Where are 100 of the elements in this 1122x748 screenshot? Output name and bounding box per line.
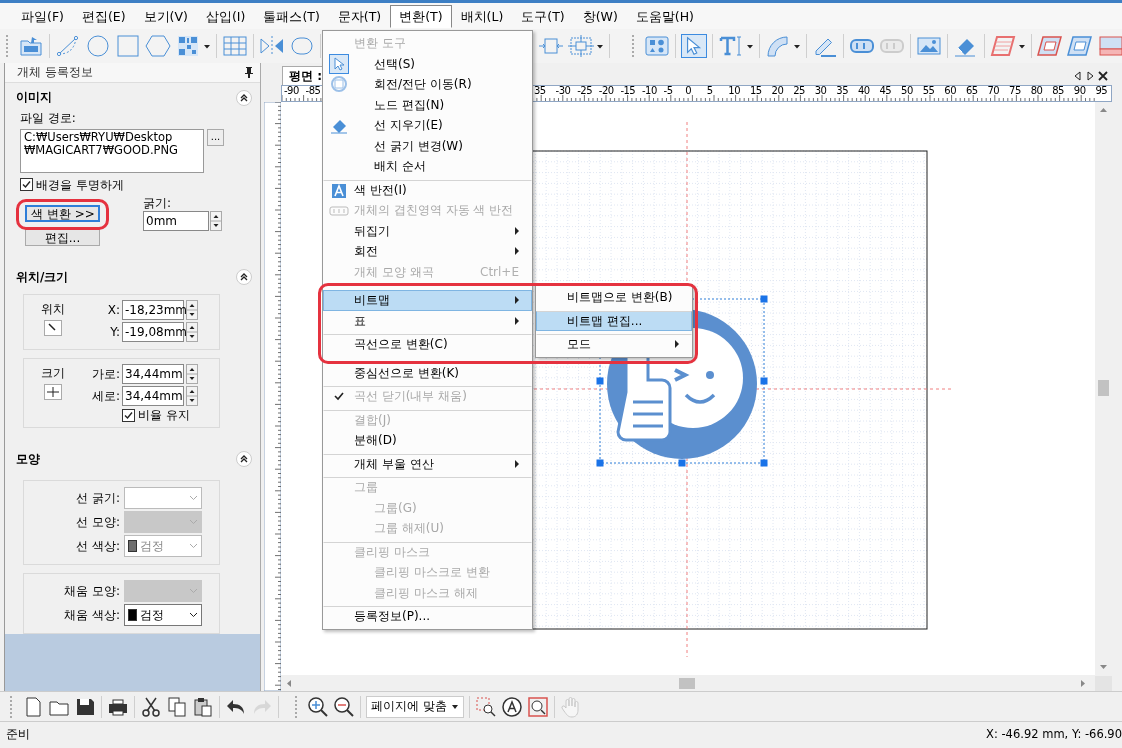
menu-bar-item[interactable]: 보기(V)	[134, 4, 197, 28]
checkbox[interactable]	[20, 178, 33, 192]
dropdown[interactable]: 검정	[124, 603, 202, 626]
zoom-in-icon[interactable]	[307, 695, 329, 718]
circle-icon[interactable]	[85, 34, 111, 58]
field-label: X:	[106, 302, 120, 318]
collapse-button[interactable]	[236, 89, 252, 106]
ruler-label: -90	[284, 86, 300, 96]
spin-buttons[interactable]	[186, 385, 198, 406]
menu-bar-item[interactable]: 파일(F)	[12, 4, 73, 28]
submenu-arrow-icon	[513, 246, 521, 257]
menu-item[interactable]: 회전	[323, 241, 532, 262]
menu-bar-item[interactable]: 삽입(I)	[196, 4, 255, 28]
position-icon[interactable]	[44, 320, 62, 337]
width-field[interactable]: 34,44mm	[122, 363, 184, 384]
ruler-label: 70	[987, 86, 1001, 96]
text-tool-icon[interactable]	[718, 34, 754, 58]
menu-item[interactable]: 뒤집기	[323, 220, 532, 241]
hatched-frame-icon[interactable]	[990, 34, 1026, 58]
ruler-label: 55	[922, 86, 936, 96]
frame-icon[interactable]	[1037, 34, 1063, 58]
menu-bar-item[interactable]: 창(W)	[573, 4, 627, 28]
spin-buttons[interactable]	[210, 210, 222, 231]
y-field[interactable]: -19,08mm	[122, 321, 184, 342]
curved-text-icon[interactable]	[765, 34, 801, 58]
shapes-icon[interactable]	[644, 34, 670, 58]
section-title: 이미지	[16, 90, 52, 105]
checkbox[interactable]	[122, 408, 135, 422]
menu-item[interactable]: 개체 부울 연산	[323, 453, 532, 474]
qr-code-icon[interactable]	[175, 34, 211, 58]
menu-item[interactable]: 비트맵	[323, 290, 532, 311]
spin-buttons[interactable]	[186, 363, 198, 384]
browse-button[interactable]: ...	[207, 128, 224, 146]
toolbar-grip[interactable]	[6, 35, 9, 57]
size-icon[interactable]	[44, 384, 62, 401]
menu-item[interactable]: 표	[323, 310, 532, 331]
panel-title: 개체 등록정보	[17, 65, 93, 80]
spin-buttons[interactable]	[186, 299, 198, 320]
toolbar-grip[interactable]	[632, 35, 635, 57]
menu-bar-item[interactable]: 변환(T)	[390, 4, 452, 28]
pin-icon[interactable]	[244, 66, 254, 79]
resize-handle[interactable]	[596, 377, 604, 385]
rounded-shape-icon[interactable]	[289, 34, 315, 58]
resize-handle[interactable]	[596, 459, 604, 467]
height-field[interactable]: 34,44mm	[122, 385, 184, 406]
menu-item[interactable]: 색 반전(I)	[323, 179, 532, 200]
table-icon[interactable]	[222, 34, 248, 58]
line-tool-icon[interactable]	[55, 34, 81, 58]
menu-item[interactable]: 중심선으로 변환(K)	[323, 362, 532, 383]
color-convert-button[interactable]: 색 변환 >>	[25, 205, 100, 223]
caret-icon	[189, 611, 198, 618]
collapse-button[interactable]	[236, 269, 252, 285]
copy-icon[interactable]	[166, 695, 188, 718]
resize-handle[interactable]	[760, 459, 768, 467]
dropdown[interactable]	[124, 486, 202, 509]
menu-item[interactable]: 분해(D)	[323, 430, 532, 451]
menu-bar-item[interactable]: 배치(L)	[451, 4, 513, 28]
menu-bar-item[interactable]: 도움말(H)	[626, 4, 703, 28]
x-field[interactable]: -18,23mm	[122, 299, 184, 320]
dropdown[interactable]: 검정	[124, 534, 202, 557]
zoom-dropdown[interactable]: 페이지에 맞춤	[366, 695, 464, 718]
menu-item[interactable]: 비트맵으로 변환(B)	[536, 287, 692, 308]
spin-buttons[interactable]	[186, 321, 198, 342]
menu-bar-item[interactable]: 편집(E)	[72, 4, 135, 28]
resize-handle[interactable]	[760, 295, 768, 303]
menu-item[interactable]: 곡선으로 변환(C)	[323, 334, 532, 355]
scissors-icon[interactable]	[140, 695, 162, 718]
hexagon-icon[interactable]	[145, 34, 171, 58]
menu-item[interactable]: 비트맵 편집...	[536, 310, 692, 331]
zoom-out-icon[interactable]	[333, 695, 355, 718]
menu-item[interactable]: 등록정보(P)...	[323, 606, 532, 627]
zoom-circle-icon[interactable]	[500, 695, 523, 718]
collapse-button[interactable]	[236, 451, 252, 468]
scroll-right-icon[interactable]	[1086, 71, 1094, 81]
file-path-field[interactable]: C:₩Users₩RYU₩Desktop ₩MAGICART7₩GOOD.PNG	[20, 128, 204, 173]
zoom-frame-icon[interactable]	[526, 695, 549, 718]
resize-handle[interactable]	[678, 459, 686, 467]
folder-icon[interactable]	[18, 34, 44, 58]
image-icon[interactable]	[916, 34, 942, 58]
menu-item[interactable]: 모드	[536, 334, 692, 355]
resize-handle[interactable]	[760, 377, 768, 385]
ruler-label: -15	[620, 86, 637, 96]
square-icon[interactable]	[115, 34, 141, 58]
submenu-arrow-icon	[513, 225, 521, 236]
pointer-icon[interactable]	[681, 34, 707, 58]
frame-align-icon[interactable]	[568, 34, 604, 58]
menu-bar-item[interactable]: 툴패스(T)	[254, 4, 329, 28]
frame-icon[interactable]	[1067, 34, 1093, 58]
ruler-label: 50	[901, 86, 914, 96]
menu-bar-item[interactable]: 문자(T)	[328, 4, 391, 28]
scroll-left-icon[interactable]	[1074, 71, 1082, 81]
menu-bar-item[interactable]: 도구(T)	[512, 4, 574, 28]
thickness-field[interactable]: 0mm	[143, 210, 209, 231]
field-label: 채움 색상:	[63, 607, 121, 623]
zoom-selection-icon[interactable]	[474, 695, 497, 718]
close-icon[interactable]	[1098, 71, 1108, 81]
paste-icon[interactable]	[192, 695, 214, 718]
ruler-label: 95	[1095, 86, 1109, 96]
ruler-label: -30	[555, 86, 572, 96]
submenu-arrow-icon	[673, 339, 681, 350]
